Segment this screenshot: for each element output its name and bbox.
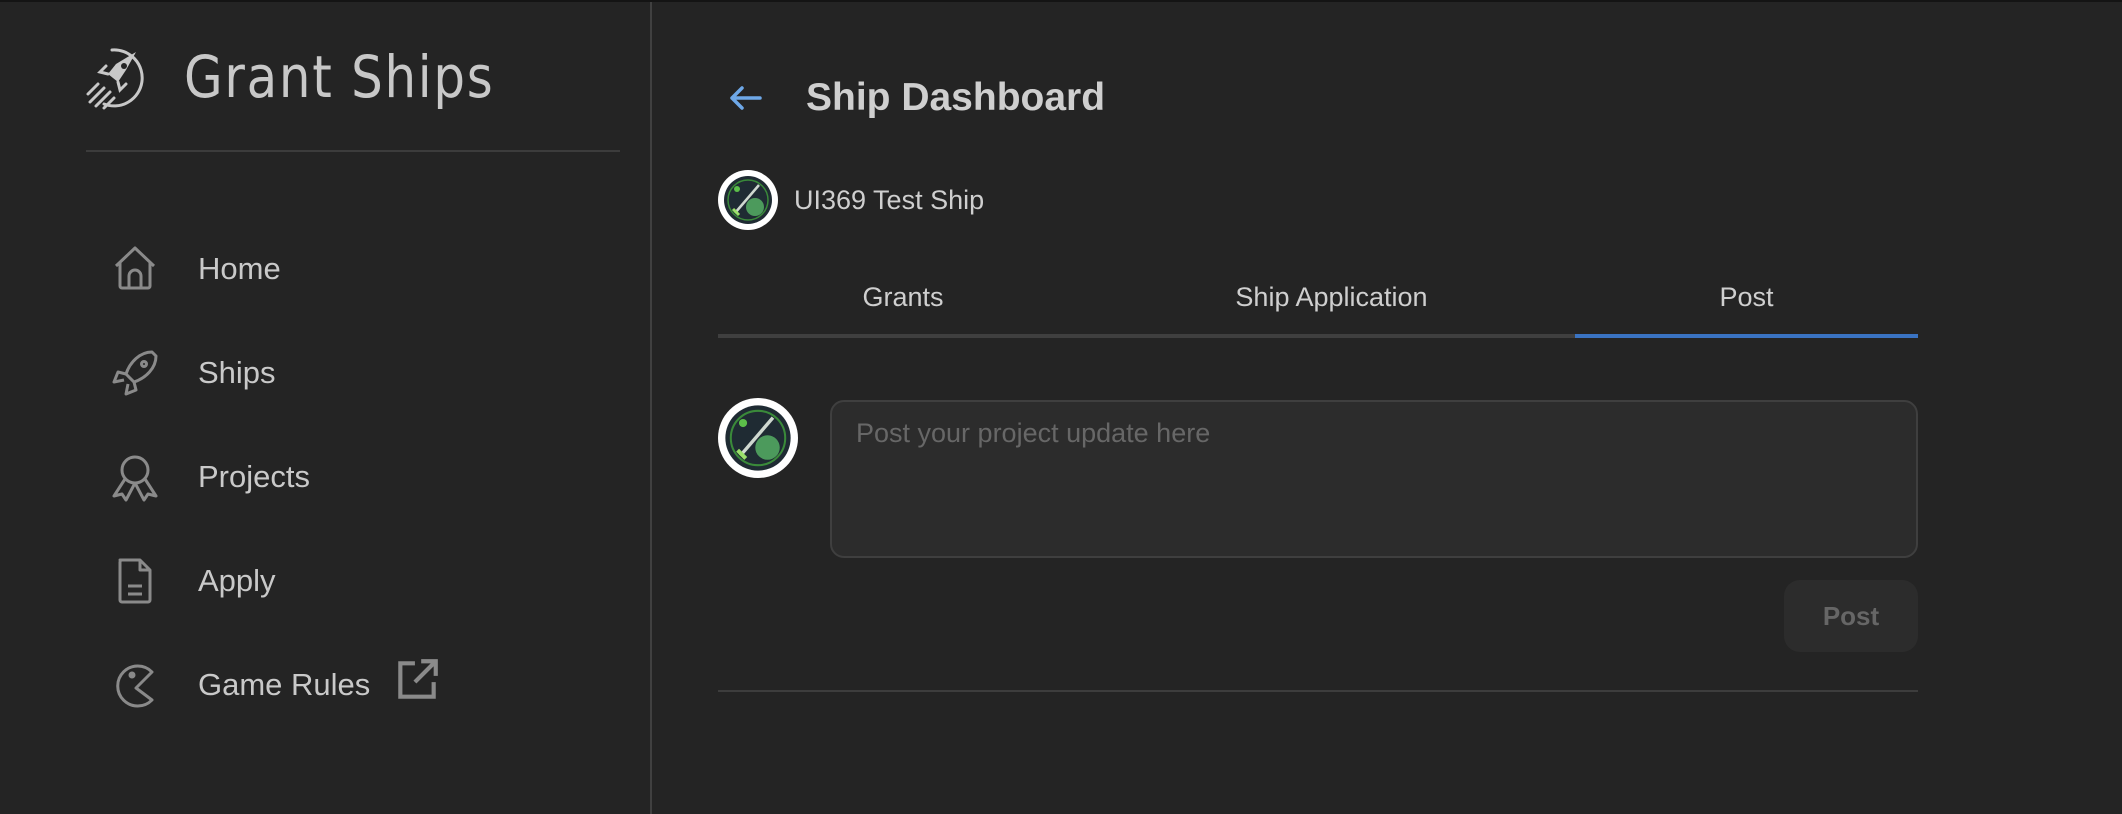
sidebar-item-label: Game Rules xyxy=(198,667,371,702)
tab-post[interactable]: Post xyxy=(1575,270,1918,338)
sidebar-item-label: Projects xyxy=(198,459,310,494)
pacman-icon xyxy=(116,664,154,708)
page-title: Ship Dashboard xyxy=(806,76,1106,119)
divider xyxy=(718,690,1918,692)
sidebar-item-ships[interactable]: Ships xyxy=(110,321,442,425)
sidebar-item-apply[interactable]: Apply xyxy=(110,529,442,633)
external-link-icon xyxy=(398,659,439,699)
sidebar-item-label: Home xyxy=(198,251,281,286)
post-author-avatar xyxy=(718,398,798,478)
rocket-icon xyxy=(112,350,158,396)
sidebar-nav: Home Ships Projects Apply Game Rules xyxy=(110,217,442,737)
brand[interactable]: Grant Ships xyxy=(84,42,545,112)
ship-logo-icon xyxy=(725,405,791,471)
brand-name: Grant Ships xyxy=(184,43,495,111)
post-button[interactable]: Post xyxy=(1784,580,1918,652)
ship-identity: UI369 Test Ship xyxy=(718,170,984,230)
rocket-logo-icon xyxy=(86,48,144,110)
sidebar-item-home[interactable]: Home xyxy=(110,217,442,321)
tab-ship-application[interactable]: Ship Application xyxy=(1088,270,1575,334)
ship-avatar xyxy=(718,170,778,230)
sidebar-item-game-rules[interactable]: Game Rules xyxy=(110,633,442,737)
sidebar: Grant Ships Home Ships Projects Apply Ga… xyxy=(0,2,652,814)
sidebar-item-projects[interactable]: Projects xyxy=(110,425,442,529)
sidebar-item-label: Apply xyxy=(198,563,276,598)
page-header: Ship Dashboard xyxy=(724,76,1105,120)
file-text-icon xyxy=(118,558,152,604)
ship-logo-icon xyxy=(724,176,772,224)
sidebar-item-label: Ships xyxy=(198,355,276,390)
divider xyxy=(86,150,620,152)
ship-name: UI369 Test Ship xyxy=(794,184,985,215)
post-update-input[interactable] xyxy=(830,400,1918,558)
tab-bar: Grants Ship Application Post xyxy=(718,270,1918,338)
tab-grants[interactable]: Grants xyxy=(718,270,1088,334)
home-icon xyxy=(114,246,156,290)
arrow-left-icon[interactable] xyxy=(724,76,768,120)
award-icon xyxy=(112,455,158,502)
